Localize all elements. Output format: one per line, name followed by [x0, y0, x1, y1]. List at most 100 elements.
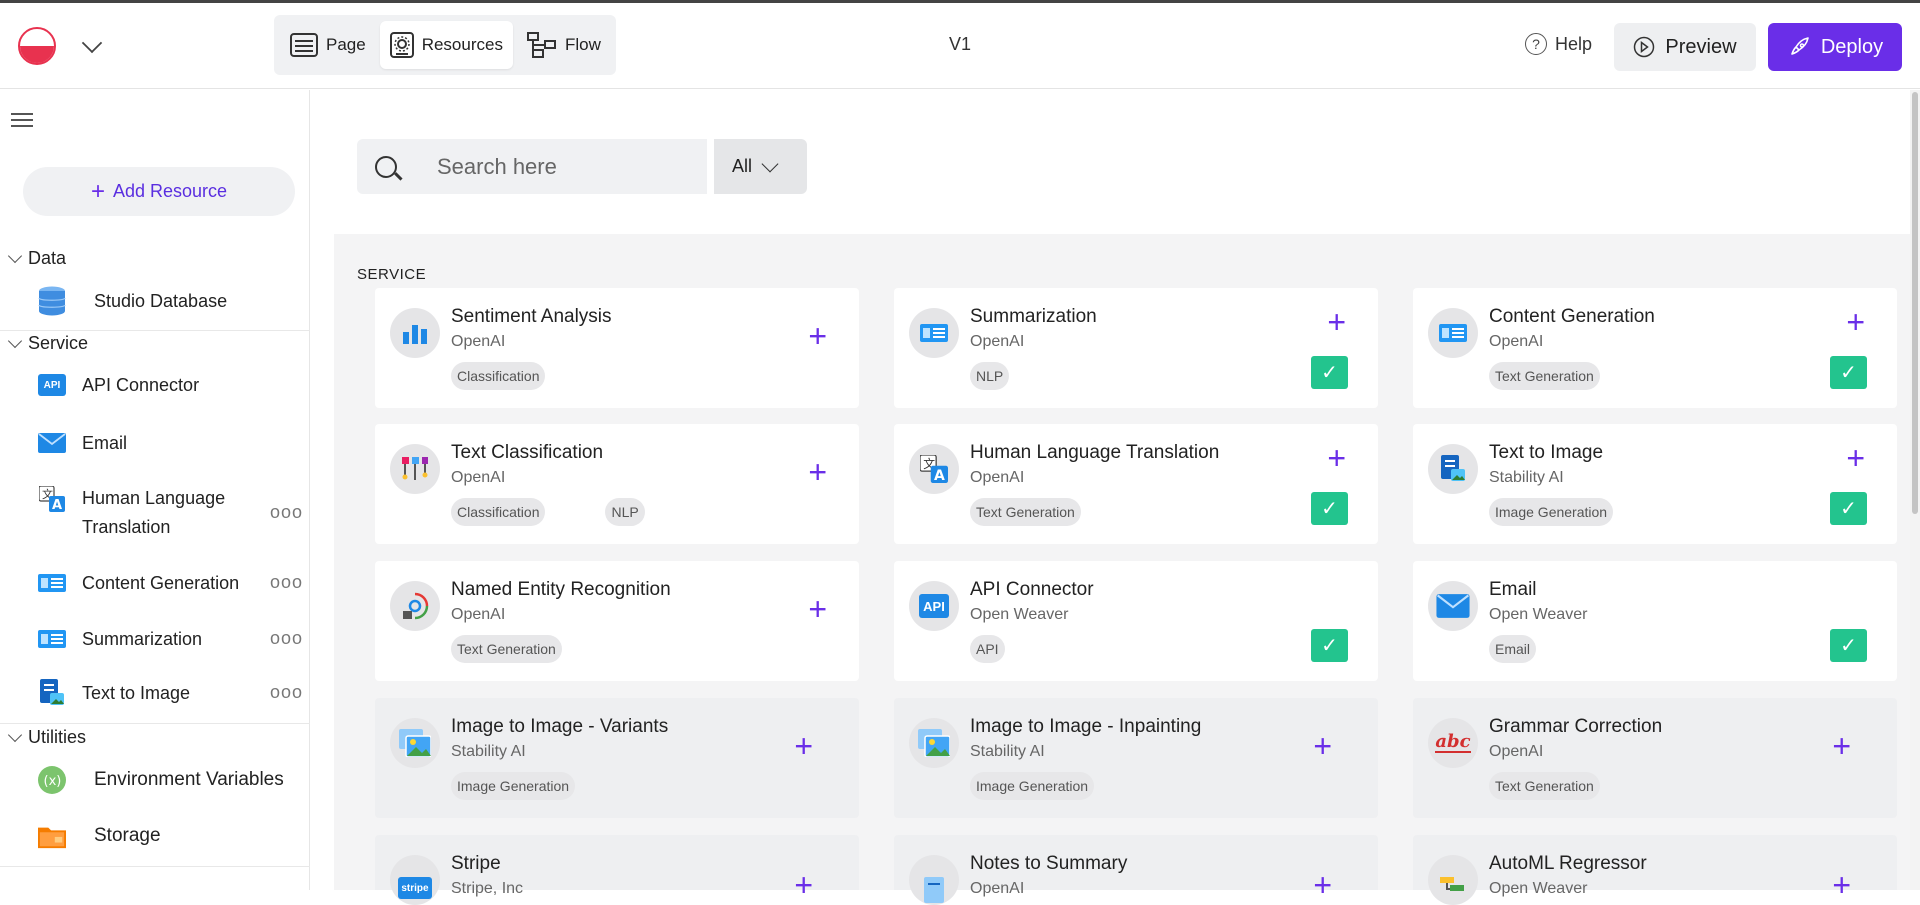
sidebar-item-text-to-image[interactable]: Text to Image [38, 679, 190, 706]
scrollbar[interactable] [1910, 90, 1920, 890]
bar-chart-icon [390, 308, 440, 358]
card-provider: OpenAI [970, 469, 1025, 486]
resource-card[interactable]: abc Grammar Correction OpenAI Text Gener… [1413, 698, 1897, 818]
resource-card[interactable]: Text to Image Stability AI Image Generat… [1413, 424, 1897, 544]
check-icon[interactable]: ✓ [1830, 356, 1867, 389]
add-button[interactable]: + [1313, 869, 1332, 901]
add-button[interactable]: + [1327, 442, 1346, 474]
check-icon[interactable]: ✓ [1311, 492, 1348, 525]
card-provider: OpenAI [1489, 743, 1544, 760]
sidebar-group-utilities[interactable]: Utilities [7, 727, 87, 748]
scrollbar-thumb[interactable] [1912, 92, 1918, 514]
card-title: Email [1489, 579, 1537, 600]
api-icon: API [909, 581, 959, 631]
card-title: Text Classification [451, 442, 604, 463]
resource-card[interactable]: Named Entity Recognition OpenAI Text Gen… [375, 561, 859, 681]
tab-flow[interactable]: Flow [517, 21, 611, 69]
resource-card[interactable]: Text Classification OpenAI Classificatio… [375, 424, 859, 544]
sidebar-item-studio-database[interactable]: Studio Database [38, 286, 227, 316]
sidebar-item-api-connector[interactable]: API API Connector [38, 374, 199, 396]
add-resource-button[interactable]: + Add Resource [23, 167, 295, 216]
sidebar-item-summarization[interactable]: Summarization [38, 626, 202, 652]
add-button[interactable]: + [808, 320, 827, 352]
card-provider: OpenAI [451, 469, 506, 486]
check-icon[interactable]: ✓ [1311, 629, 1348, 662]
sidebar-item-label: Content Generation [82, 572, 240, 593]
filter-dropdown[interactable]: All [714, 139, 807, 194]
add-button[interactable]: + [1313, 730, 1332, 762]
card-provider: Open Weaver [970, 606, 1069, 623]
sidebar-group-data[interactable]: Data [7, 248, 66, 269]
card-provider: Stability AI [970, 743, 1045, 760]
deploy-label: Deploy [1820, 35, 1884, 58]
add-button[interactable]: + [1832, 869, 1851, 901]
api-icon: API [38, 374, 66, 396]
card-provider: Open Weaver [1489, 880, 1588, 897]
svg-text:A: A [934, 468, 945, 483]
check-icon[interactable]: ✓ [1830, 492, 1867, 525]
card-title: Named Entity Recognition [451, 579, 671, 600]
sidebar-group-service[interactable]: Service [7, 333, 89, 354]
resource-card[interactable]: Sentiment Analysis OpenAI Classification… [375, 288, 859, 408]
add-button[interactable]: + [1846, 442, 1865, 474]
resource-card[interactable]: Notes to Summary OpenAI + [894, 835, 1378, 905]
app-logo-icon[interactable] [18, 27, 56, 65]
preview-button[interactable]: Preview [1614, 23, 1756, 71]
card-provider: Stability AI [1489, 469, 1564, 486]
tab-page[interactable]: Page [280, 21, 376, 69]
sidebar-item-email[interactable]: Email [38, 430, 127, 456]
resource-card[interactable]: AutoML Regressor Open Weaver + [1413, 835, 1897, 905]
resource-card[interactable]: Image to Image - Inpainting Stability AI… [894, 698, 1378, 818]
resource-card[interactable]: Image to Image - Variants Stability AI I… [375, 698, 859, 818]
card-provider: Stability AI [451, 743, 526, 760]
spell-check-icon: abc [1428, 718, 1478, 768]
card-tag: API [970, 635, 1005, 663]
card-provider: OpenAI [451, 606, 506, 623]
deploy-button[interactable]: Deploy [1768, 23, 1902, 71]
search-input[interactable] [437, 153, 687, 180]
add-button[interactable]: + [794, 869, 813, 901]
help-button[interactable]: ? Help [1525, 33, 1592, 55]
card-title: Summarization [970, 306, 1097, 327]
image-icon [909, 718, 959, 768]
chevron-down-icon[interactable] [81, 32, 103, 54]
resource-card[interactable]: API API Connector Open Weaver API ✓ [894, 561, 1378, 681]
add-button[interactable]: + [1327, 306, 1346, 338]
card-tag: Text Generation [451, 635, 562, 663]
text-to-image-icon [38, 679, 66, 706]
more-options-icon[interactable]: ooo [270, 502, 303, 523]
sidebar-group-label: Service [28, 333, 89, 353]
resource-card[interactable]: stripe Stripe Stripe, Inc + [375, 835, 859, 905]
card-title: Human Language Translation [970, 442, 1220, 463]
more-options-icon[interactable]: ooo [270, 682, 303, 703]
environment-variables-icon: (x) [38, 766, 66, 794]
notes-icon [909, 855, 959, 905]
tab-resources[interactable]: Resources [379, 21, 513, 69]
more-options-icon[interactable]: ooo [270, 572, 303, 593]
sidebar-item-environment-variables[interactable]: (x) Environment Variables [38, 766, 284, 794]
check-icon[interactable]: ✓ [1830, 629, 1867, 662]
card-title: Image to Image - Variants [451, 716, 669, 737]
svg-text:A: A [52, 498, 62, 512]
card-title: Content Generation [1489, 306, 1655, 327]
resource-card[interactable]: 文A Human Language Translation OpenAI Tex… [894, 424, 1378, 544]
add-button[interactable]: + [808, 593, 827, 625]
sidebar-group-label: Utilities [28, 727, 87, 747]
sidebar-item-content-generation[interactable]: Content Generation [38, 570, 239, 596]
more-options-icon[interactable]: ooo [270, 628, 303, 649]
resource-card[interactable]: Email Open Weaver Email ✓ [1413, 561, 1897, 681]
add-button[interactable]: + [794, 730, 813, 762]
add-button[interactable]: + [1832, 730, 1851, 762]
sidebar-item-human-language-translation[interactable]: 文A Human Language Translation [38, 484, 225, 542]
card-tag: Text Generation [1489, 362, 1600, 390]
resource-card[interactable]: Summarization OpenAI NLP + ✓ [894, 288, 1378, 408]
check-icon[interactable]: ✓ [1311, 356, 1348, 389]
menu-icon[interactable] [11, 113, 33, 127]
search-icon [375, 155, 397, 178]
resource-card[interactable]: Content Generation OpenAI Text Generatio… [1413, 288, 1897, 408]
add-button[interactable]: + [1846, 306, 1865, 338]
divider [0, 723, 310, 724]
sidebar-item-label: Environment Variables [94, 769, 284, 790]
sidebar-item-storage[interactable]: Storage [38, 823, 161, 849]
add-button[interactable]: + [808, 456, 827, 488]
